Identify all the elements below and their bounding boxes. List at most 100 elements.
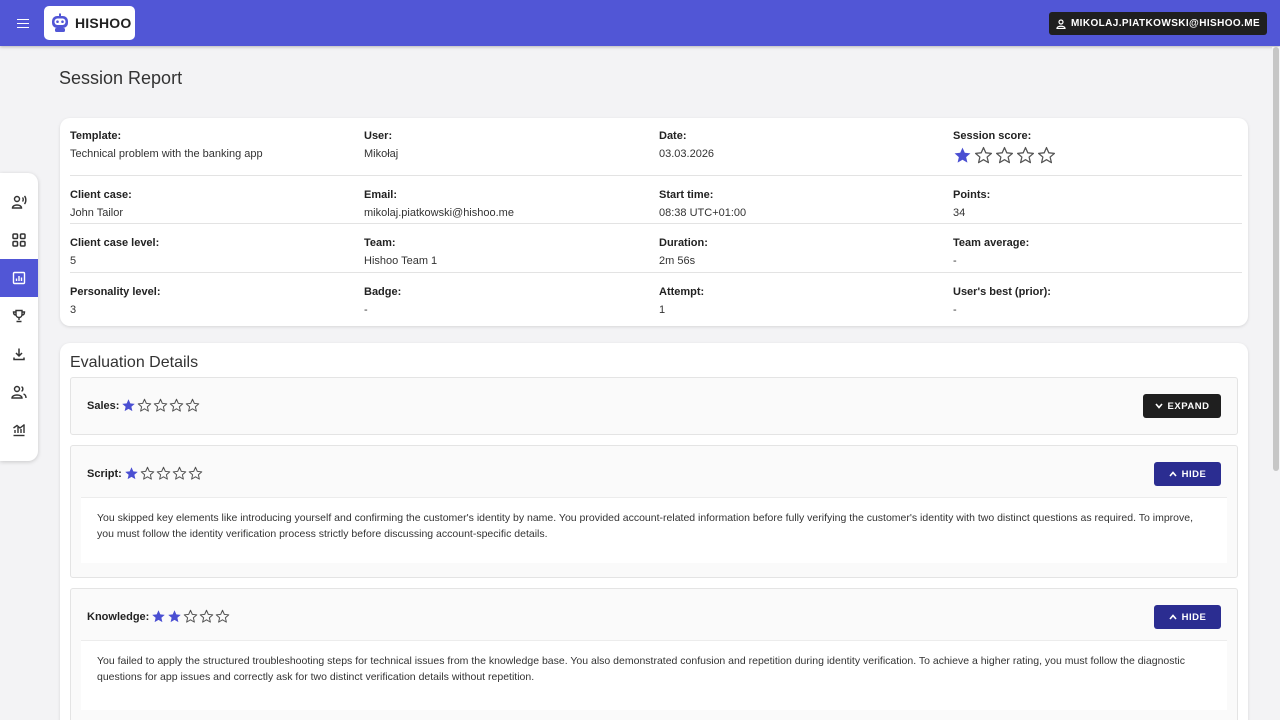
field-template: Template: Technical problem with the ban…: [70, 130, 263, 160]
nav-teams[interactable]: [0, 373, 38, 411]
expand-button[interactable]: EXPAND: [1143, 394, 1221, 418]
person-icon: [1056, 18, 1066, 29]
nav-analytics[interactable]: [0, 411, 38, 449]
field-label: Date:: [659, 130, 687, 142]
field-value: 3: [70, 304, 77, 316]
field-value: 5: [70, 255, 77, 267]
field-label: Team average:: [953, 237, 1030, 249]
evaluation-item-script: Script: HIDE You skipped key elements li…: [70, 445, 1238, 578]
star-filled-icon: [122, 399, 136, 412]
user-account-label: MIKOLAJ.PIATKOWSKI@HISHOO.ME: [1070, 18, 1261, 29]
voice-user-icon: [11, 195, 27, 209]
field-users-best: User's best (prior): -: [953, 286, 1051, 316]
star-empty-icon: [216, 609, 230, 623]
hide-button-label: HIDE: [1181, 468, 1207, 480]
nav-dashboard[interactable]: [0, 221, 38, 259]
nav-voice-sessions[interactable]: [0, 183, 38, 221]
app-name: HISHOO: [75, 15, 132, 31]
field-value: 1: [659, 304, 666, 316]
analytics-icon: [13, 423, 25, 437]
star-empty-icon: [200, 609, 214, 623]
scrollbar-thumb[interactable]: [1273, 47, 1279, 471]
row-divider: [70, 175, 1242, 176]
star-filled-icon: [152, 610, 166, 623]
field-date: Date: 03.03.2026: [659, 130, 714, 160]
field-label: Personality level:: [70, 286, 161, 298]
section-title: Evaluation Details: [70, 354, 199, 371]
evaluation-label: Sales:: [87, 399, 120, 412]
field-email: Email: mikolaj.piatkowski@hishoo.me: [364, 189, 514, 219]
hide-button[interactable]: HIDE: [1154, 605, 1221, 629]
app-logo[interactable]: HISHOO: [44, 6, 135, 40]
user-account-button[interactable]: MIKOLAJ.PIATKOWSKI@HISHOO.ME: [1049, 12, 1267, 35]
evaluation-header: Knowledge:: [87, 609, 230, 624]
evaluation-feedback: You failed to apply the structured troub…: [81, 640, 1227, 710]
star-filled-icon: [954, 147, 971, 163]
field-label: Badge:: [364, 286, 402, 298]
rating-stars: [121, 398, 200, 413]
field-value: -: [953, 255, 957, 267]
field-label: Team:: [364, 237, 396, 249]
field-label: Attempt:: [659, 286, 705, 298]
top-app-bar: HISHOO MIKOLAJ.PIATKOWSKI@HISHOO.ME: [0, 0, 1280, 46]
field-value: 2m 56s: [659, 255, 696, 267]
field-personality-level: Personality level: 3: [70, 286, 161, 316]
field-label: Email:: [364, 189, 398, 201]
field-value: -: [364, 304, 368, 316]
field-session-score: Session score:: [953, 130, 1056, 165]
field-value: -: [953, 304, 957, 316]
field-badge: Badge: -: [364, 286, 401, 316]
field-value: 08:38 UTC+01:00: [659, 207, 747, 219]
field-team-average: Team average: -: [953, 237, 1029, 267]
field-value: Hishoo Team 1: [364, 255, 438, 267]
menu-icon[interactable]: [12, 12, 34, 34]
field-attempt: Attempt: 1: [659, 286, 704, 316]
field-value: John Tailor: [70, 207, 123, 219]
evaluation-item-sales: Sales: EXPAND: [70, 377, 1238, 435]
evaluation-label: Script:: [87, 467, 122, 480]
field-user: User: Mikołaj: [364, 130, 398, 160]
field-client-case-level: Client case level: 5: [70, 237, 159, 267]
field-points: Points: 34: [953, 189, 990, 219]
evaluation-header: Sales:: [87, 398, 200, 413]
star-empty-icon: [170, 398, 184, 412]
side-navigation: [0, 173, 38, 461]
field-start-time: Start time: 08:38 UTC+01:00: [659, 189, 746, 219]
field-label: User's best (prior):: [953, 286, 1051, 298]
star-empty-icon: [172, 466, 187, 480]
field-team: Team: Hishoo Team 1: [364, 237, 437, 267]
star-filled-icon: [125, 467, 138, 480]
download-icon: [13, 348, 25, 361]
rating-stars: [151, 609, 230, 624]
star-empty-icon: [140, 466, 155, 480]
field-label: Client case level:: [70, 237, 160, 249]
nav-reports[interactable]: [0, 259, 38, 297]
field-label: Template:: [70, 130, 122, 142]
page-scrollbar[interactable]: [1272, 47, 1280, 720]
hide-button-label: HIDE: [1181, 611, 1207, 623]
chevron-up-icon: [1169, 471, 1177, 477]
star-empty-icon: [184, 609, 198, 623]
group-icon: [11, 385, 27, 399]
field-label: Client case:: [70, 189, 132, 201]
star-empty-icon: [995, 146, 1014, 164]
star-empty-icon: [1016, 146, 1035, 164]
nav-downloads[interactable]: [0, 335, 38, 373]
rating-stars: [124, 466, 203, 481]
star-empty-icon: [188, 466, 203, 480]
field-label: User:: [364, 130, 393, 142]
field-value: 34: [953, 207, 966, 219]
evaluation-header: Script:: [87, 466, 203, 481]
field-label: Points:: [953, 189, 991, 201]
field-label: Session score:: [953, 130, 1032, 142]
hide-button[interactable]: HIDE: [1154, 462, 1221, 486]
star-empty-icon: [138, 398, 152, 412]
field-value: 03.03.2026: [659, 148, 715, 160]
star-empty-icon: [186, 398, 200, 412]
field-value: Mikołaj: [364, 148, 399, 160]
evaluation-details-card: Evaluation Details Sales: EXPAND Script:…: [60, 343, 1248, 720]
star-empty-icon: [974, 146, 993, 164]
nav-achievements[interactable]: [0, 297, 38, 335]
evaluation-label: Knowledge:: [87, 610, 150, 623]
grid-icon: [12, 233, 26, 247]
